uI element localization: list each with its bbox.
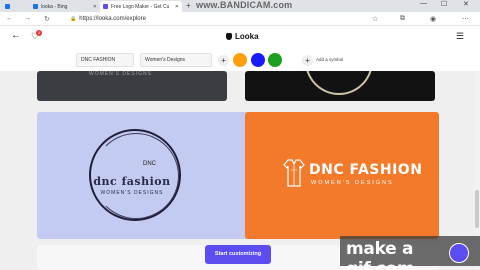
bing-icon (5, 4, 10, 9)
tab-label: looka - Bing (41, 3, 68, 10)
color-swatch-orange[interactable] (233, 53, 247, 67)
card-company-name: dnc fashion (93, 175, 171, 188)
favorites-count-badge: 1 (36, 30, 42, 36)
looka-mark-icon (226, 33, 232, 40)
forward-nav-icon[interactable]: → (24, 15, 31, 22)
card-slogan: WOMEN'S DESIGNS (89, 71, 152, 77)
browser-tab-looka[interactable]: Free Logo Maker - Get Custom ✕ (100, 1, 182, 12)
hamburger-menu-icon[interactable]: ☰ (456, 31, 464, 42)
browser-tab-bing[interactable] (2, 1, 28, 12)
url-field[interactable]: 🔒 https://looka.com/explore (70, 14, 370, 24)
logo-card[interactable]: WOMEN'S DESIGNS (37, 71, 227, 101)
logo-card[interactable]: DNC dnc fashion WOMEN'S DESIGNS (37, 112, 259, 239)
tab-label: Free Logo Maker - Get Custom (111, 3, 169, 10)
card-company-name: DNC FASHION (309, 162, 423, 178)
new-tab-button[interactable]: + (186, 1, 191, 10)
close-icon[interactable]: ✕ (175, 4, 179, 10)
monogram-tag: DNC (143, 161, 156, 167)
profile-icon[interactable]: ◉ (430, 15, 436, 23)
bing-favicon-icon (33, 4, 38, 9)
back-arrow-icon[interactable]: ← (11, 30, 21, 41)
logo-card[interactable]: DNC FASHION WOMEN'S DESIGNS (245, 112, 439, 239)
card-slogan: WOMEN'S DESIGNS (100, 190, 164, 196)
start-customizing-button[interactable]: Start customizing (205, 245, 271, 264)
slogan-field[interactable]: Women's Designs (140, 53, 212, 67)
looka-favicon-icon (103, 4, 108, 9)
maximize-button[interactable]: ☐ (441, 0, 447, 8)
add-symbol-button[interactable]: + (302, 55, 313, 66)
card-slogan: WOMEN'S DESIGNS (311, 180, 394, 186)
window-close-button[interactable]: ✕ (463, 0, 469, 8)
reload-icon[interactable]: ↻ (44, 15, 50, 23)
color-swatch-blue[interactable] (251, 53, 265, 67)
minimize-button[interactable]: — (420, 0, 427, 7)
back-nav-icon[interactable]: ← (6, 15, 13, 22)
brand-name: Looka (235, 32, 259, 41)
shirt-icon (283, 159, 305, 187)
more-icon[interactable]: ⋯ (462, 15, 469, 23)
looka-logo[interactable]: Looka (226, 32, 259, 41)
scrollbar-thumb[interactable] (475, 190, 479, 228)
add-color-button[interactable]: + (218, 55, 229, 66)
logo-card[interactable] (245, 71, 435, 101)
bandicam-watermark: www.BANDICAM.com (196, 0, 293, 10)
collections-icon[interactable]: ⧉ (400, 15, 405, 23)
url-text: https://looka.com/explore (79, 16, 146, 22)
add-symbol-label[interactable]: Add a symbol (316, 57, 343, 62)
ring-decoration (305, 71, 373, 95)
color-swatch-green[interactable] (268, 53, 282, 67)
close-icon[interactable]: ✕ (93, 4, 97, 10)
favorite-star-icon[interactable]: ☆ (372, 15, 378, 23)
company-name-field[interactable]: DNC FASHION (76, 53, 134, 67)
chat-icon[interactable] (449, 243, 469, 263)
lock-icon: 🔒 (70, 16, 77, 22)
browser-tab-bing-search[interactable]: looka - Bing ✕ (30, 1, 100, 12)
